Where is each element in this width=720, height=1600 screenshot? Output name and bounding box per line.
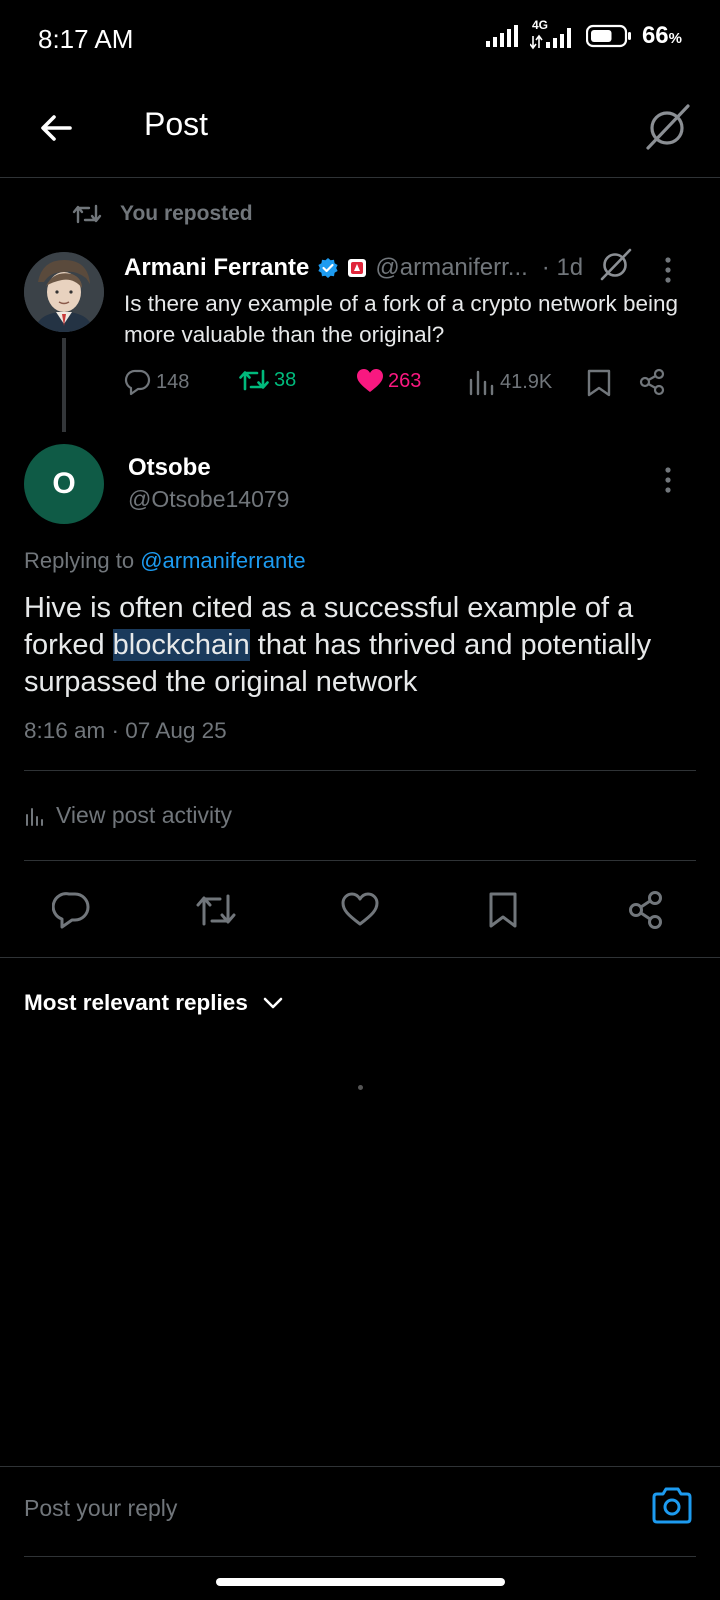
repost-count: 38 [274, 368, 297, 391]
views-action[interactable]: 41.9K [468, 368, 552, 396]
author-name[interactable]: Otsobe [128, 454, 211, 482]
back-button[interactable] [34, 106, 78, 150]
loading-indicator [358, 1085, 363, 1090]
avatar[interactable] [24, 252, 104, 332]
repost-action[interactable]: 38 [238, 368, 296, 392]
reply-icon [124, 368, 152, 396]
heart-icon [356, 368, 384, 394]
avatar[interactable]: O [24, 444, 104, 524]
post-action-bar [0, 878, 720, 958]
arrow-left-icon [34, 106, 78, 150]
more-vertical-icon [656, 464, 680, 496]
post-age: · 1d [541, 254, 584, 281]
bookmark-button[interactable] [484, 890, 524, 930]
verified-badge-icon [317, 257, 339, 279]
share-icon [638, 368, 666, 396]
battery-percent: 66% [641, 22, 682, 49]
sort-label: Most relevant replies [24, 990, 248, 1015]
bookmark-icon [586, 368, 612, 398]
author-name[interactable]: Armani Ferrante [124, 254, 309, 282]
grok-icon [598, 246, 634, 282]
post-text: Hive is often cited as a successful exam… [24, 590, 704, 701]
parent-post-text: Is there any example of a fork of a cryp… [124, 291, 679, 347]
repost-icon [72, 203, 102, 225]
divider [24, 1556, 696, 1557]
views-bar-icon [468, 368, 496, 396]
camera-button[interactable] [650, 1484, 694, 1528]
divider [24, 860, 696, 861]
like-action[interactable]: 263 [356, 368, 421, 394]
reply-count: 148 [156, 370, 190, 393]
repost-label: You reposted [120, 202, 253, 225]
selected-text[interactable]: blockchain [112, 629, 250, 661]
repost-icon [238, 368, 270, 392]
home-indicator[interactable] [216, 1578, 505, 1586]
reply-sort-dropdown[interactable]: Most relevant replies [24, 990, 284, 1016]
signal-icon [485, 25, 520, 47]
replying-to: Replying to @armaniferrante [24, 548, 306, 574]
view-count: 41.9K [500, 370, 553, 393]
parent-post-header: Armani Ferrante @armaniferr... · 1d [124, 250, 664, 286]
bookmark-icon [484, 890, 524, 930]
signal-4g-icon: 4G [529, 18, 576, 50]
affiliate-badge-icon [347, 258, 367, 278]
grok-icon [642, 100, 694, 152]
repost-button[interactable] [194, 890, 238, 930]
repost-banner: You reposted [72, 202, 253, 226]
like-button[interactable] [340, 890, 380, 930]
battery-icon [585, 24, 632, 48]
reply-icon [52, 890, 92, 930]
reply-action[interactable]: 148 [124, 368, 189, 396]
view-post-activity-label: View post activity [56, 802, 232, 828]
parent-more-button[interactable] [656, 254, 680, 286]
like-count: 263 [388, 369, 422, 392]
post-timestamp: 8:16 am · 07 Aug 25 [24, 718, 227, 743]
camera-icon [650, 1484, 694, 1528]
more-vertical-icon [656, 254, 680, 286]
grok-button[interactable] [642, 100, 694, 152]
view-post-activity-link[interactable]: View post activity [24, 802, 232, 829]
share-icon [626, 890, 666, 930]
post-more-button[interactable] [656, 464, 680, 496]
status-time: 8:17 AM [38, 24, 134, 54]
replying-to-label: Replying to [24, 548, 135, 573]
chevron-down-icon [262, 992, 284, 1014]
page-title: Post [144, 106, 209, 142]
author-handle: @armaniferr... [375, 254, 528, 281]
reply-composer [0, 1466, 720, 1560]
views-bar-icon [24, 805, 46, 827]
divider [0, 957, 720, 958]
divider [24, 770, 696, 771]
bookmark-action[interactable] [586, 368, 612, 398]
status-indicators: 4G 66% [485, 18, 682, 50]
author-handle: @Otsobe14079 [128, 486, 290, 512]
share-action[interactable] [638, 368, 666, 396]
heart-icon [340, 890, 380, 930]
status-bar: 8:17 AM 4G 66% [0, 0, 720, 78]
mention-link[interactable]: @armaniferrante [140, 548, 305, 573]
grok-post-button[interactable] [598, 246, 634, 282]
share-button[interactable] [626, 890, 666, 930]
reply-input[interactable] [24, 1488, 604, 1528]
reply-button[interactable] [52, 890, 92, 930]
thread-connector [62, 338, 66, 432]
parent-post-actions: 148 38 263 41.9K [124, 368, 690, 400]
top-app-bar: Post [0, 80, 720, 178]
repost-icon [194, 890, 238, 930]
